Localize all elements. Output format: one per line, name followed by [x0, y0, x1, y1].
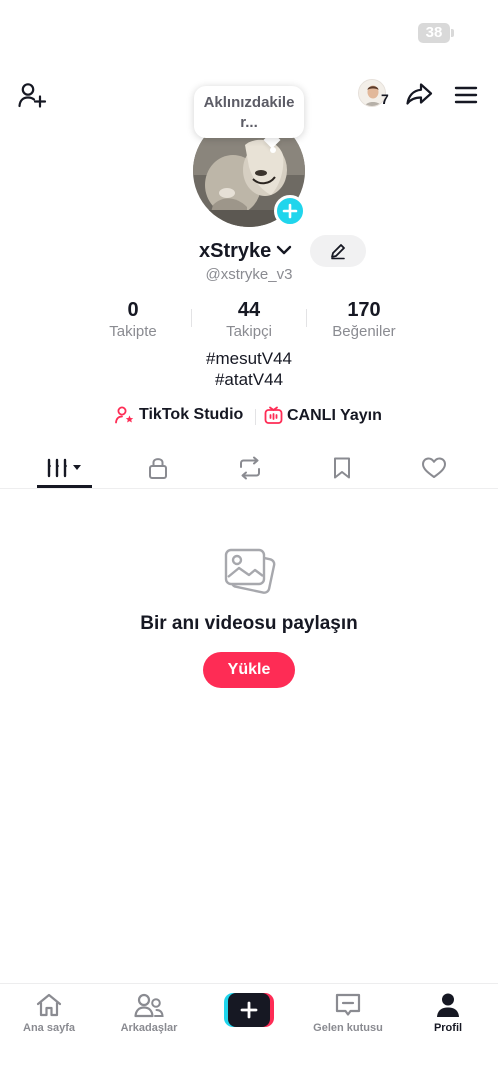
home-icon — [36, 993, 62, 1017]
add-story-button[interactable] — [274, 195, 306, 227]
tab-reposts[interactable] — [222, 447, 277, 488]
empty-state-title: Bir anı videosu paylaşın — [140, 613, 358, 634]
bio-line-1: #mesutV44 — [206, 349, 292, 368]
edit-profile-button[interactable] — [310, 235, 366, 267]
tab-private[interactable] — [130, 447, 185, 488]
nav-friends-label: Arkadaşlar — [120, 1022, 178, 1034]
profile-tabs — [0, 447, 498, 489]
battery-indicator: 38 — [418, 23, 454, 43]
inbox-icon — [335, 993, 361, 1016]
live-label: CANLI Yayın — [287, 406, 382, 424]
lock-icon — [148, 457, 167, 479]
user-handle: @xstryke_v3 — [205, 266, 293, 283]
following-count: 0 — [127, 299, 139, 321]
bio-line-2: #atatV44 — [214, 370, 284, 389]
create-button[interactable] — [224, 993, 274, 1027]
repost-icon — [239, 456, 260, 479]
create-plus-icon — [240, 1001, 258, 1019]
friends-icon — [134, 993, 164, 1018]
stat-following[interactable]: 0 Takipte — [83, 299, 183, 340]
photos-icon — [222, 546, 278, 600]
tab-liked[interactable] — [406, 447, 461, 488]
stat-divider — [191, 309, 192, 327]
share-arrow-icon — [406, 83, 433, 105]
links-divider — [255, 409, 256, 425]
upload-button[interactable]: Yükle — [203, 652, 295, 688]
note-bubble[interactable]: Aklınızdakiler... — [194, 86, 304, 138]
followers-label: Takipçi — [226, 323, 272, 340]
following-label: Takipte — [109, 323, 157, 340]
hamburger-menu-icon — [454, 86, 478, 104]
nav-friends[interactable]: Arkadaşlar — [104, 992, 194, 1034]
plus-icon — [282, 203, 298, 219]
stat-followers[interactable]: 44 Takipçi — [199, 299, 299, 340]
note-bubble-dot — [270, 147, 276, 153]
nav-home[interactable]: Ana sayfa — [4, 992, 94, 1034]
share-profile-button[interactable] — [404, 80, 434, 108]
battery-level: 38 — [425, 24, 443, 41]
stat-divider — [306, 309, 307, 327]
likes-count: 170 — [347, 299, 381, 321]
videos-grid-icon — [47, 458, 81, 477]
tiktok-studio-label: TikTok Studio — [139, 406, 244, 423]
nav-profile-label: Profil — [433, 1022, 463, 1034]
tiktok-studio-link[interactable]: TikTok Studio — [115, 406, 243, 424]
live-tv-icon — [264, 406, 283, 424]
followers-count: 44 — [237, 299, 261, 321]
chevron-down-icon — [276, 245, 292, 255]
friend-count: 7 — [381, 91, 389, 107]
active-tab-indicator — [37, 485, 92, 488]
menu-button[interactable] — [452, 82, 480, 108]
stat-likes[interactable]: 170 Beğeniler — [314, 299, 414, 340]
studio-person-star-icon — [115, 406, 134, 424]
username[interactable]: xStryke — [199, 239, 271, 263]
nav-home-label: Ana sayfa — [23, 1022, 75, 1034]
nav-inbox[interactable]: Gelen kutusu — [303, 992, 393, 1034]
live-link[interactable]: CANLI Yayın — [264, 406, 382, 425]
likes-label: Beğeniler — [332, 323, 396, 340]
pencil-icon — [331, 244, 345, 260]
account-switch-chevron[interactable] — [276, 244, 292, 256]
bookmark-icon — [333, 457, 350, 478]
tab-favorites[interactable] — [314, 447, 369, 488]
profile-person-icon — [437, 993, 459, 1017]
nav-inbox-label: Gelen kutusu — [313, 1022, 383, 1034]
nav-profile[interactable]: Profil — [403, 992, 493, 1034]
heart-icon — [421, 457, 446, 478]
add-friend-button[interactable] — [16, 80, 48, 110]
tab-videos[interactable] — [37, 447, 92, 488]
add-person-icon — [18, 83, 47, 108]
